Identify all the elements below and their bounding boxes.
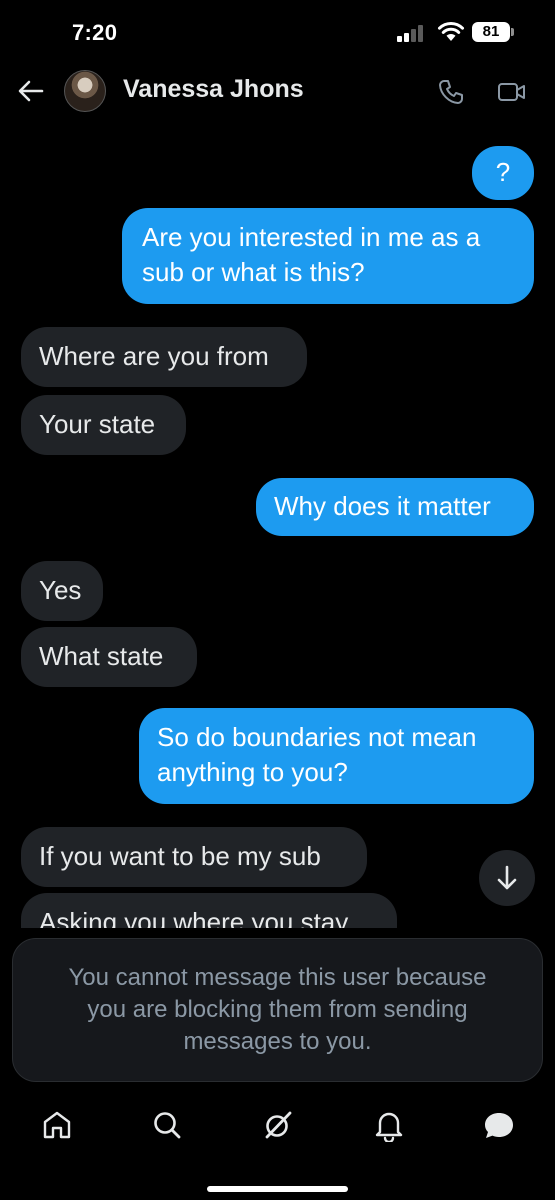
message-bubble-outgoing[interactable]: Why does it matter <box>256 478 534 536</box>
battery-level: 81 <box>472 22 510 42</box>
message-text: sub or what is this? <box>142 257 365 287</box>
home-indicator <box>207 1186 348 1192</box>
message-text: So do boundaries not mean <box>157 722 477 752</box>
message-text: Your state <box>39 409 156 439</box>
notice-line: you are blocking them from sending <box>87 996 468 1023</box>
video-call-icon[interactable] <box>497 79 527 105</box>
message-bubble-outgoing[interactable]: Are you interested in me as a sub or wha… <box>122 208 534 304</box>
battery-cap <box>511 28 514 36</box>
bottom-navigation <box>0 1100 555 1160</box>
message-bubble-incoming[interactable]: What state <box>21 627 197 687</box>
message-text: Why does it matter <box>274 491 491 521</box>
message-text: Where are you from <box>39 341 269 371</box>
message-bubble-incoming[interactable]: Asking you where you stay <box>21 893 397 928</box>
contact-name[interactable]: Vanessa Jhons <box>123 75 304 104</box>
notice-line: messages to you. <box>183 1028 372 1055</box>
home-icon[interactable] <box>40 1108 74 1142</box>
message-bubble-incoming[interactable]: If you want to be my sub <box>21 827 367 887</box>
message-bubble-outgoing[interactable]: ? <box>472 146 534 200</box>
message-bubble-incoming[interactable]: Your state <box>21 395 186 455</box>
notice-text: You cannot message this user because you… <box>43 962 513 1058</box>
message-thread[interactable]: ? Are you interested in me as a sub or w… <box>0 120 555 928</box>
contact-avatar[interactable] <box>64 70 106 112</box>
grok-icon[interactable] <box>261 1108 295 1142</box>
message-text: anything to you? <box>157 757 348 787</box>
notice-line: You cannot message this user because <box>68 964 487 991</box>
message-bubble-incoming[interactable]: Yes <box>21 561 103 621</box>
message-text: ? <box>495 157 511 187</box>
phone-icon[interactable] <box>437 78 465 106</box>
back-arrow-icon[interactable] <box>16 76 46 106</box>
cellular-signal-icon <box>397 24 427 42</box>
status-bar: 7:20 81 <box>0 0 555 62</box>
message-text: What state <box>39 641 164 671</box>
message-text: Yes <box>39 575 82 605</box>
message-text: Are you interested in me as a <box>142 222 481 252</box>
notifications-bell-icon[interactable] <box>372 1108 406 1142</box>
message-text: If you want to be my sub <box>39 841 321 871</box>
status-time: 7:20 <box>72 20 118 45</box>
blocked-message-notice: You cannot message this user because you… <box>12 938 543 1082</box>
scroll-to-bottom-button[interactable] <box>479 850 535 906</box>
arrow-down-icon <box>497 865 517 890</box>
message-bubble-outgoing[interactable]: So do boundaries not mean anything to yo… <box>139 708 534 804</box>
wifi-icon <box>438 22 464 41</box>
message-text: Asking you where you stay <box>39 907 349 928</box>
search-icon[interactable] <box>150 1108 184 1142</box>
message-bubble-incoming[interactable]: Where are you from <box>21 327 307 387</box>
conversation-header: Vanessa Jhons <box>0 62 555 120</box>
messages-icon[interactable] <box>482 1108 516 1142</box>
